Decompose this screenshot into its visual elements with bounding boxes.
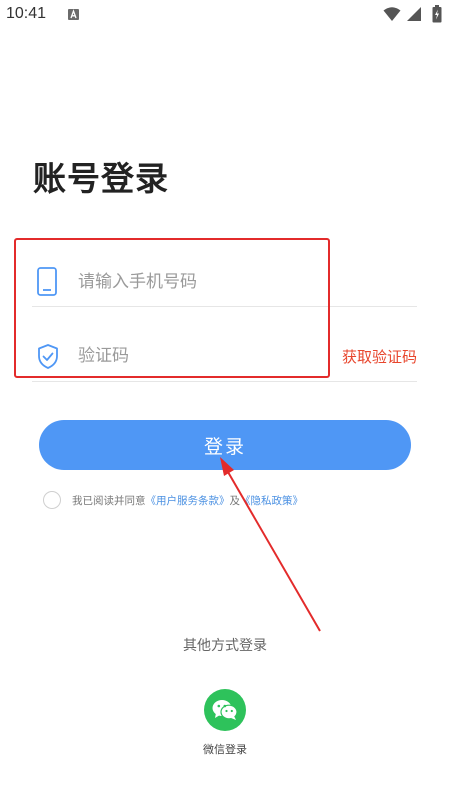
wifi-icon: [383, 6, 401, 26]
notification-a-icon: [68, 9, 79, 20]
status-bar: 10:41: [0, 0, 450, 32]
battery-icon: [432, 5, 442, 27]
agreement-checkbox[interactable]: [43, 491, 61, 509]
get-code-button[interactable]: 获取验证码: [342, 346, 417, 367]
login-screen: 10:41 账号登录 请输入手机号码 验证码 获取验证码 登录 我已阅读并同意 …: [0, 0, 450, 800]
wechat-icon: [212, 700, 238, 720]
page-title: 账号登录: [33, 159, 169, 198]
phone-icon: [36, 266, 58, 298]
code-field-row: 获取验证码: [32, 328, 417, 384]
code-field-divider: [32, 381, 417, 382]
wechat-login-button[interactable]: [204, 689, 246, 731]
phone-input[interactable]: [78, 268, 328, 296]
signal-icon: [406, 6, 422, 26]
terms-link[interactable]: 《用户服务条款》: [146, 493, 230, 508]
shield-check-icon: [36, 340, 58, 372]
agreement-conjunction: 及: [229, 494, 241, 507]
agreement-prefix: 我已阅读并同意: [72, 494, 146, 507]
phone-field-divider: [32, 306, 417, 307]
red-arrow-annotation: [220, 457, 321, 632]
phone-field-row: [32, 254, 417, 310]
agreement-row: 我已阅读并同意 《用户服务条款》 及 《隐私政策》: [43, 489, 303, 511]
code-input[interactable]: [78, 342, 328, 370]
other-login-heading: 其他方式登录: [183, 638, 267, 654]
login-button[interactable]: 登录: [39, 420, 411, 470]
wechat-login-label: 微信登录: [203, 743, 247, 756]
status-time: 10:41: [6, 5, 47, 22]
privacy-link[interactable]: 《隐私政策》: [240, 493, 303, 508]
